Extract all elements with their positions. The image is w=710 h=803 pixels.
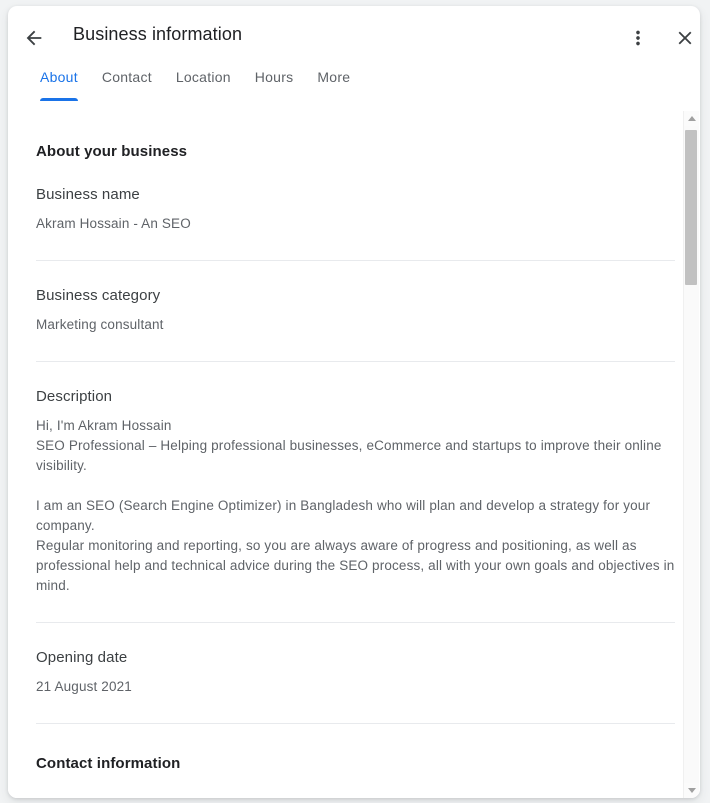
field-row[interactable]: Description Hi, I'm Akram Hossain SEO Prof… — [36, 362, 680, 596]
tab-about[interactable]: About — [28, 62, 90, 101]
field-value-line — [36, 476, 680, 496]
field-label: Business name — [36, 186, 140, 203]
about-content: About your business Business name Akram Ho… — [8, 143, 700, 798]
tab-contact[interactable]: Contact — [90, 62, 164, 85]
more-vert-icon — [636, 30, 640, 46]
field-label: Description — [36, 388, 113, 405]
scroll-down-button[interactable] — [684, 783, 699, 798]
close-button[interactable] — [665, 18, 700, 58]
field-row[interactable]: Business name Akram Hossain - An SEO — [36, 160, 680, 234]
scrollbar-track[interactable] — [684, 126, 699, 783]
field-label: Business category — [36, 287, 161, 304]
page-title: Business information — [73, 24, 243, 44]
field-value-line: I am an SEO (Search Engine Optimizer) in… — [36, 498, 651, 533]
scroll-down-arrow-icon — [687, 788, 696, 793]
close-icon — [678, 31, 692, 45]
section-heading: Contact information — [36, 755, 181, 772]
more-options-button[interactable] — [618, 18, 658, 58]
back-button[interactable] — [14, 18, 54, 58]
scroll-up-arrow-icon — [687, 116, 696, 121]
field-value-line: Regular monitoring and reporting, so you… — [36, 538, 675, 593]
page-root: Business information About Contact Locatio… — [0, 0, 710, 803]
business-information-dialog: Business information About Contact Locatio… — [8, 6, 700, 798]
field-value: 21 August 2021 — [36, 677, 680, 697]
divider — [36, 723, 675, 724]
vertical-scrollbar[interactable] — [683, 111, 699, 798]
field-row[interactable]: Phone number — [36, 772, 680, 798]
scrollbar-thumb[interactable] — [685, 130, 697, 285]
tab-hours[interactable]: Hours — [243, 62, 306, 85]
field-value: Marketing consultant — [36, 315, 680, 335]
section-heading: About your business — [36, 143, 188, 160]
field-row[interactable]: Opening date 21 August 2021 — [36, 623, 680, 697]
field-value-line: 21 August 2021 — [36, 679, 132, 694]
scroll-up-button[interactable] — [684, 111, 699, 126]
field-value-line: Hi, I'm Akram Hossain — [36, 418, 172, 433]
field-row[interactable]: Business category Marketing consultant — [36, 261, 680, 335]
tab-bar: About Contact Location Hours More — [8, 62, 700, 110]
dialog-header: Business information — [8, 6, 700, 62]
field-value: Hi, I'm Akram Hossain SEO Professional – … — [36, 416, 680, 596]
field-value-line: Akram Hossain - An SEO — [36, 216, 191, 231]
field-value-line: SEO Professional – Helping professional … — [36, 438, 662, 473]
field-value: Akram Hossain - An SEO — [36, 214, 680, 234]
tab-location[interactable]: Location — [164, 62, 243, 85]
field-value-line: Marketing consultant — [36, 317, 164, 332]
arrow-back-icon — [26, 30, 42, 46]
content-scroll-area[interactable]: About your business Business name Akram Ho… — [8, 111, 700, 798]
tab-more[interactable]: More — [305, 62, 362, 85]
field-label: Opening date — [36, 649, 128, 666]
